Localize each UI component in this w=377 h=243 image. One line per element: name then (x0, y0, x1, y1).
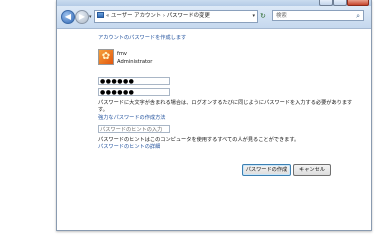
password-hint-input[interactable]: パスワードのヒントの入力 (98, 125, 170, 133)
strong-password-link[interactable]: 強力なパスワードの作成方法 (98, 114, 165, 121)
user-role: Administrator (117, 59, 153, 65)
address-bar[interactable]: « ユーザー アカウント › パスワードの変更 ▾ (94, 10, 258, 23)
back-button[interactable]: ◀ (61, 10, 75, 24)
recent-pages-dropdown[interactable]: ▾ (89, 14, 92, 20)
search-placeholder: 検索 (276, 13, 287, 19)
hint-details-link[interactable]: パスワードのヒントの詳細 (98, 143, 160, 150)
navigation-toolbar: ◀ ▶ ▾ « ユーザー アカウント › パスワードの変更 ▾ ↻ 検索 ⌕ (57, 6, 371, 29)
new-password-field[interactable]: ●●●●●● (98, 77, 170, 85)
confirm-password-field[interactable]: ●●●●●● (98, 88, 170, 96)
hint-visibility-note: パスワードのヒントはこのコンピュータを使用するすべての人が見ることができます。 (98, 137, 300, 143)
flower-icon: ✿ (101, 51, 111, 62)
cancel-button[interactable]: キャンセル (293, 164, 331, 176)
forward-arrow-icon: ▶ (78, 12, 86, 21)
control-panel-icon (97, 12, 104, 18)
refresh-icon[interactable]: ↻ (260, 12, 266, 20)
address-breadcrumb[interactable]: « ユーザー アカウント › パスワードの変更 (106, 13, 210, 19)
user-avatar: ✿ (98, 49, 114, 65)
search-input[interactable]: 検索 ⌕ (272, 10, 364, 21)
search-icon[interactable]: ⌕ (356, 11, 360, 22)
content-pane: アカウントのパスワードを作成します ✿ fmv Administrator ●●… (57, 29, 371, 229)
create-password-button[interactable]: パスワードの作成 (242, 164, 291, 176)
forward-button[interactable]: ▶ (75, 10, 89, 24)
address-dropdown-icon[interactable]: ▾ (252, 11, 255, 22)
page-title: アカウントのパスワードを作成します (98, 35, 187, 41)
case-sensitivity-note: パスワードに大文字が含まれる場合は、ログオンするたびに同じようにパスワードを入力… (98, 100, 353, 106)
case-sensitivity-note-end: す。 (98, 107, 108, 113)
control-panel-window: ◀ ▶ ▾ « ユーザー アカウント › パスワードの変更 ▾ ↻ 検索 ⌕ ア… (56, 0, 372, 231)
user-name: fmv (117, 51, 127, 57)
back-arrow-icon: ◀ (64, 12, 72, 21)
